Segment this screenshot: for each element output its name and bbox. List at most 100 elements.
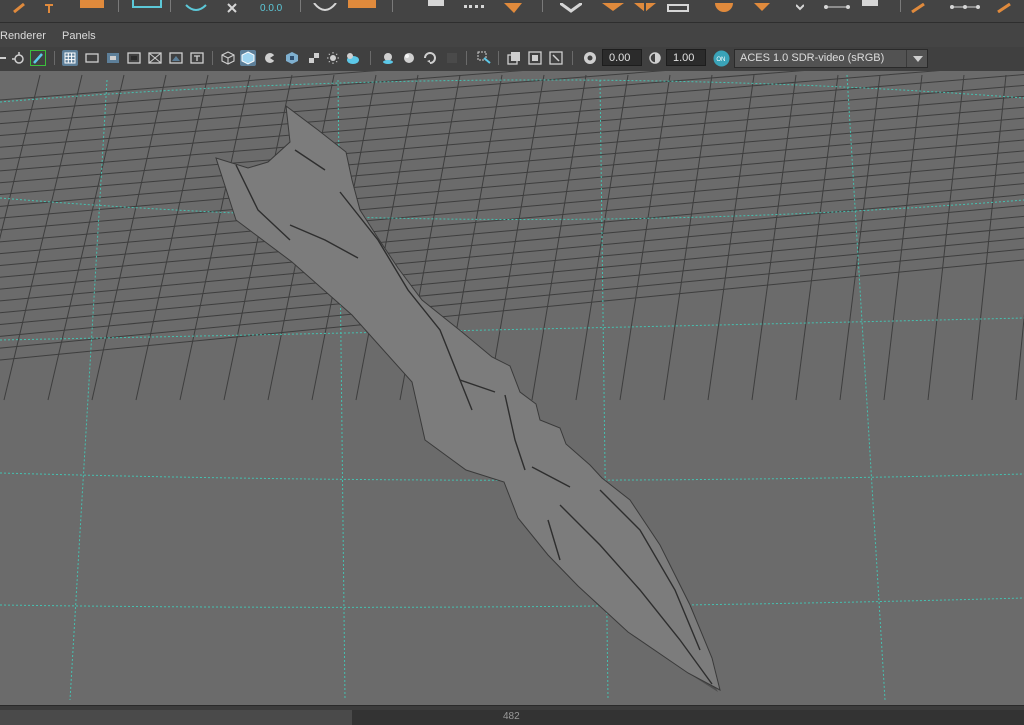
menu-renderer[interactable]: Renderer — [0, 30, 46, 42]
grid-line — [531, 74, 587, 401]
time-slider[interactable]: 482 — [0, 705, 1024, 725]
shelf-plane-icon[interactable] — [80, 0, 104, 8]
exposure-icon[interactable] — [582, 50, 598, 66]
shelf-coords-icon[interactable]: 0.0.0 — [226, 0, 286, 14]
grid-line — [663, 74, 713, 401]
shelf-separator — [542, 0, 543, 12]
camera-icon[interactable] — [0, 50, 8, 66]
safe-action-icon[interactable] — [168, 50, 184, 66]
motion-blur-icon[interactable] — [380, 50, 396, 66]
shelf-tool-icon[interactable] — [12, 0, 26, 14]
panel-toolbar: 0.00 1.00 ON ACES 1.0 SDR-video (sRGB) — [0, 47, 1024, 72]
toolbar-separator — [54, 51, 55, 65]
shelf-separator — [900, 0, 901, 12]
smooth-shade-icon[interactable] — [240, 50, 256, 66]
shelf-lasso-icon[interactable] — [184, 0, 208, 11]
shelf-path-icon[interactable] — [950, 0, 980, 10]
dagger-model[interactable] — [215, 104, 721, 692]
shelf-combine-icon[interactable] — [752, 0, 772, 11]
grid-line — [0, 161, 1024, 255]
field-chart-icon[interactable] — [147, 50, 163, 66]
grid-line — [0, 74, 41, 240]
color-space-dropdown[interactable]: ACES 1.0 SDR-video (sRGB) — [734, 49, 928, 68]
shadows-icon[interactable] — [326, 50, 342, 66]
shelf-separator — [118, 0, 119, 12]
xray-active-icon[interactable] — [527, 50, 543, 66]
shelf-boolean-icon[interactable] — [712, 0, 736, 12]
grid-line — [927, 74, 965, 401]
shelf-brush-icon[interactable] — [910, 0, 926, 14]
anti-alias-icon[interactable] — [401, 50, 417, 66]
shelf-fill-icon[interactable] — [634, 0, 656, 12]
grid-line — [179, 74, 251, 401]
time-range-start — [0, 710, 352, 725]
shelf-arrow-icon[interactable] — [795, 0, 805, 11]
grid-line — [0, 71, 666, 125]
shelf-bridge-icon[interactable] — [602, 0, 624, 11]
grid-line — [1015, 313, 1024, 401]
shelf-extrude-icon[interactable] — [504, 0, 522, 13]
backface-culling-icon[interactable] — [548, 50, 564, 66]
grid-icon[interactable] — [62, 50, 78, 66]
grid-line — [3, 74, 83, 401]
color-management-icon[interactable]: ON — [713, 50, 730, 67]
shelf-grid-icon[interactable] — [862, 0, 878, 6]
grid-line — [619, 74, 671, 401]
shelf-separator — [392, 0, 393, 12]
color-space-label: ACES 1.0 SDR-video (sRGB) — [740, 52, 885, 64]
shelf-bevel-icon[interactable] — [559, 0, 583, 13]
safe-title-icon[interactable] — [189, 50, 205, 66]
grid-line — [971, 74, 1007, 401]
depth-of-field-icon[interactable] — [422, 50, 438, 66]
shelf-sphere-icon[interactable] — [312, 0, 338, 11]
chevron-down-icon[interactable] — [906, 50, 927, 67]
grid-line — [0, 71, 805, 136]
xray-icon[interactable] — [476, 50, 492, 66]
ambient-occlusion-icon[interactable] — [344, 50, 360, 66]
viewport-3d[interactable] — [0, 71, 1024, 705]
grid-line — [707, 74, 755, 401]
grid-line — [91, 74, 167, 401]
shelf-mesh-icon[interactable] — [428, 0, 444, 6]
panel-menu-bar: Renderer Panels — [0, 23, 1024, 47]
film-gate-icon[interactable] — [84, 50, 100, 66]
use-all-lights-icon[interactable] — [306, 50, 322, 66]
toolbar-separator — [466, 51, 467, 65]
toolbar-separator — [572, 51, 573, 65]
grid-line — [0, 74, 1024, 160]
snapshot-icon[interactable] — [10, 50, 26, 66]
shelf-text-icon[interactable] — [44, 0, 54, 13]
shelf-uv-icon[interactable] — [132, 0, 162, 8]
shelf-snap-icon[interactable] — [996, 0, 1012, 14]
grid-line — [0, 95, 1024, 184]
menu-panels[interactable]: Panels — [62, 30, 96, 42]
exposure-field[interactable]: 0.00 — [602, 49, 642, 66]
toolbar-separator — [212, 51, 213, 65]
wireframe-on-shaded-icon[interactable] — [262, 50, 278, 66]
scene-canvas — [0, 71, 1024, 701]
resolution-gate-icon[interactable] — [105, 50, 121, 66]
toolbar-separator — [498, 51, 499, 65]
current-frame-label: 482 — [503, 711, 520, 722]
toolbar-separator — [370, 51, 371, 65]
shelf-bar: 0.0.0 — [0, 0, 1024, 23]
grid-line — [487, 74, 545, 401]
gate-mask-icon[interactable] — [126, 50, 142, 66]
isolate-select-icon[interactable] — [444, 50, 460, 66]
shelf-dots-icon[interactable] — [464, 0, 484, 8]
grid-line — [839, 74, 881, 401]
grid-line — [0, 128, 1024, 219]
shelf-separator — [170, 0, 171, 12]
shelf-line-icon[interactable] — [824, 0, 850, 10]
wireframe-icon[interactable] — [220, 50, 236, 66]
svg-text:0.0.0: 0.0.0 — [260, 3, 283, 13]
pencil-icon[interactable] — [30, 50, 46, 66]
gamma-field[interactable]: 1.00 — [666, 49, 706, 66]
textured-icon[interactable] — [284, 50, 300, 66]
gamma-icon[interactable] — [647, 50, 663, 66]
time-range-track[interactable] — [352, 710, 1024, 725]
shelf-merge-icon[interactable] — [666, 0, 690, 12]
xray-joints-icon[interactable] — [506, 50, 522, 66]
shelf-cube-icon[interactable] — [348, 0, 376, 8]
ground-grid — [0, 71, 1024, 401]
